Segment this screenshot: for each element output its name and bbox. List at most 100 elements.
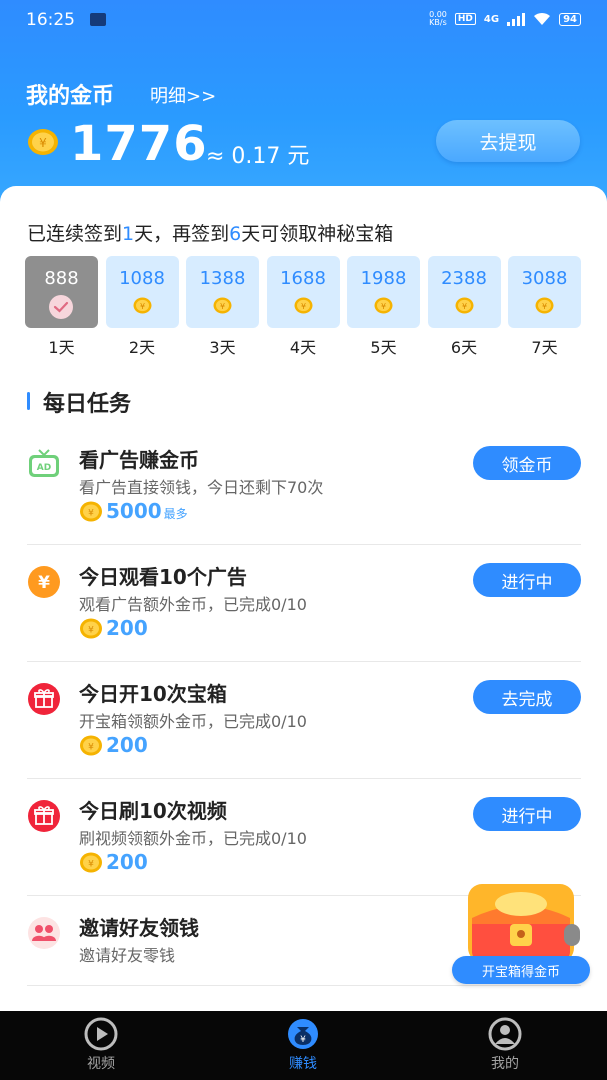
task-desc: 开宝箱领额外金币，已完成0/10: [79, 712, 307, 731]
task-desc: 观看广告额外金币，已完成0/10: [79, 595, 307, 614]
network-speed: 0.00 KB/s: [429, 11, 447, 27]
detail-link[interactable]: 明细>>: [150, 82, 216, 108]
task-title: 看广告赚金币: [79, 448, 199, 472]
task-reward: ¥ 200: [79, 733, 148, 757]
svg-text:¥: ¥: [220, 302, 225, 311]
speed-unit: KB/s: [429, 18, 447, 27]
signin-days-left: 6: [229, 223, 242, 245]
signin-day-4[interactable]: 1688 ¥: [266, 256, 340, 328]
task-title: 邀请好友领钱: [79, 916, 199, 940]
coin-icon: ¥: [133, 297, 151, 314]
svg-text:¥: ¥: [88, 859, 94, 869]
tab-label: 视频: [87, 1056, 115, 1072]
svg-text:¥: ¥: [88, 625, 94, 635]
task-watch-10-ads: ¥ 今日观看10个广告 观看广告额外金币，已完成0/10 ¥ 200 进行中: [27, 545, 581, 662]
network-type: 4G: [483, 13, 500, 25]
svg-text:¥: ¥: [381, 302, 386, 311]
money-bag-icon: ¥: [288, 1019, 318, 1049]
task-desc: 刷视频领额外金币，已完成0/10: [79, 829, 307, 848]
task-title: 今日观看10个广告: [79, 565, 247, 589]
hd-badge: HD: [454, 13, 476, 25]
coin-icon: ¥: [80, 618, 102, 638]
svg-text:¥: ¥: [461, 302, 466, 311]
day-coin-value: 3088: [521, 268, 568, 289]
day-coin-value: 1088: [119, 268, 165, 289]
signin-text-a: 已连续签到: [27, 223, 123, 245]
signin-day-6[interactable]: 2388 ¥: [427, 256, 501, 328]
wifi-icon: [534, 12, 551, 25]
reward-sub: 最多: [163, 507, 188, 521]
user-icon: [488, 1017, 522, 1051]
coin-icon: ¥: [213, 297, 232, 314]
tab-label: 我的: [491, 1056, 519, 1072]
status-bar: 16:25 0.00 KB/s HD 4G 94: [0, 6, 607, 34]
yuan-coin-icon: ¥: [28, 566, 60, 598]
day-label: 4天: [289, 338, 317, 357]
svg-text:¥: ¥: [139, 302, 144, 311]
day-coin-value: 888: [44, 268, 79, 289]
task-watch-ad: AD 看广告赚金币 看广告直接领钱，今日还剩下70次 ¥ 5000 最多 领金币: [27, 428, 581, 545]
task-open-chests: 今日开10次宝箱 开宝箱领额外金币，已完成0/10 ¥ 200 去完成: [27, 662, 581, 779]
signin-text-b: 天，再签到: [134, 223, 230, 245]
day-label: 6天: [450, 338, 478, 357]
gold-coin-icon: ¥: [28, 129, 58, 155]
battery-indicator: 94: [559, 12, 581, 26]
svg-text:AD: AD: [37, 463, 51, 473]
go-complete-button[interactable]: 去完成: [473, 680, 581, 714]
task-title: 今日刷10次视频: [79, 799, 227, 823]
reward-amount: 200: [106, 850, 148, 874]
bottom-tab-bar: 视频 ¥ 赚钱 我的: [0, 1011, 607, 1080]
open-treasure-button[interactable]: 开宝箱得金币: [452, 956, 590, 984]
svg-text:¥: ¥: [38, 573, 50, 593]
coin-icon: ¥: [294, 297, 312, 314]
coin-approx-value: ≈ 0.17 元: [206, 144, 310, 169]
tab-video[interactable]: 视频: [56, 1017, 146, 1079]
svg-text:¥: ¥: [88, 508, 94, 518]
notification-icon: [90, 13, 106, 26]
signin-day-7[interactable]: 3088 ¥: [508, 256, 581, 328]
reward-amount: 5000: [106, 499, 162, 523]
signin-day-5[interactable]: 1988 ¥: [347, 256, 420, 328]
in-progress-button[interactable]: 进行中: [473, 797, 581, 831]
task-reward: ¥ 200: [79, 616, 148, 640]
play-icon: [84, 1017, 118, 1051]
coin-icon: ¥: [455, 297, 473, 314]
signin-day-1[interactable]: 888: [25, 256, 98, 328]
signin-days-done: 1: [122, 223, 135, 245]
coin-icon: ¥: [80, 501, 102, 521]
day-label: 5天: [370, 338, 397, 357]
tab-label: 赚钱: [289, 1056, 317, 1072]
ad-tv-icon: AD: [29, 449, 59, 477]
day-coin-value: 1988: [360, 268, 407, 289]
signin-text-c: 天可领取神秘宝箱: [241, 223, 394, 245]
signal-icon: [507, 12, 526, 26]
page-title: 我的金币: [26, 84, 115, 109]
day-label: 7天: [531, 338, 558, 357]
day-coin-value: 1688: [280, 268, 326, 289]
day-label: 1天: [48, 338, 75, 357]
svg-text:¥: ¥: [542, 302, 547, 311]
day-label: 3天: [209, 338, 236, 357]
friends-icon: [28, 917, 60, 949]
coin-icon: ¥: [80, 735, 102, 755]
signin-days: 888 1天 1088 ¥ 2天 1388 ¥ 3天 1688 ¥ 4天 198…: [25, 256, 581, 357]
reward-amount: 200: [106, 733, 148, 757]
in-progress-button[interactable]: 进行中: [473, 563, 581, 597]
claim-coins-button[interactable]: 领金币: [473, 446, 581, 480]
day-coin-value: 1388: [199, 268, 246, 289]
svg-text:¥: ¥: [300, 1035, 306, 1045]
signin-day-3[interactable]: 1388 ¥: [186, 256, 259, 328]
day-coin-value: 2388: [441, 268, 487, 289]
signin-day-2[interactable]: 1088 ¥: [105, 256, 179, 328]
coin-balance: 1776: [70, 116, 208, 172]
task-desc: 看广告直接领钱，今日还剩下70次: [79, 478, 324, 497]
task-reward: ¥ 200: [79, 850, 148, 874]
task-reward: ¥ 5000 最多: [79, 499, 188, 523]
tab-mine[interactable]: 我的: [460, 1017, 550, 1079]
coin-icon: ¥: [374, 297, 393, 314]
tab-earn[interactable]: ¥ 赚钱: [258, 1017, 348, 1079]
withdraw-button[interactable]: 去提现: [436, 120, 580, 162]
daily-tasks-title: 每日任务: [27, 386, 131, 418]
signin-status-text: 已连续签到1天，再签到6天可领取神秘宝箱: [27, 219, 393, 246]
svg-text:¥: ¥: [88, 742, 94, 752]
